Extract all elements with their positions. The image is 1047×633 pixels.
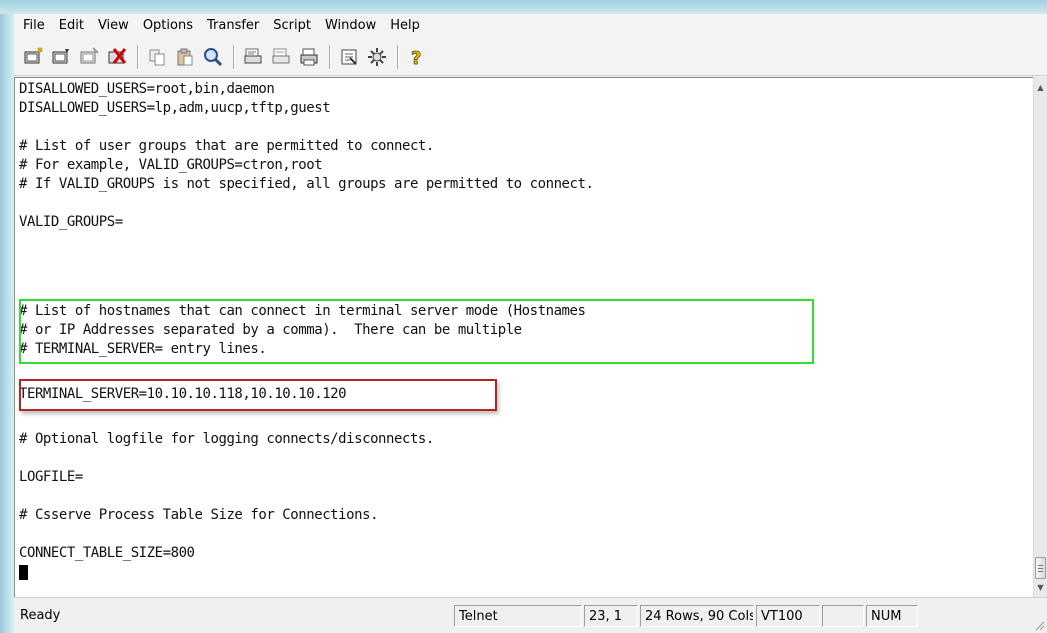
status-bar: Ready Telnet 23, 1 24 Rows, 90 Cols VT10… [14,597,1047,633]
toolbar-separator [233,44,235,69]
copy-button[interactable] [144,44,170,70]
toolbar-separator [137,44,139,69]
status-dimensions: 24 Rows, 90 Cols [640,605,754,627]
session-options-icon [341,49,357,65]
menu-edit[interactable]: Edit [52,14,91,38]
copy-icon [149,49,165,65]
print-setup-icon [244,48,262,63]
find-button[interactable] [200,44,226,70]
menu-view[interactable]: View [91,14,136,38]
print-setup-button[interactable] [240,44,266,70]
help-icon: ? [411,47,422,68]
desktop-background [0,0,14,633]
terminal-screen[interactable]: DISALLOWED_USERS=root,bin,daemon DISALLO… [14,77,1033,597]
terminal-line: VALID_GROUPS= [19,214,123,230]
terminal-cursor [19,565,28,580]
disconnect-button[interactable] [104,44,130,70]
status-num-lock: NUM [866,605,918,627]
menu-script[interactable]: Script [266,14,318,38]
toolbar-separator [397,44,399,69]
toolbar: ? [14,38,1047,76]
terminal-line: # For example, VALID_GROUPS=ctron,root [19,157,323,173]
menu-file[interactable]: File [14,14,52,38]
menu-options[interactable]: Options [136,14,200,38]
red-highlight-box [19,379,497,411]
disconnect-icon [108,47,127,64]
terminal-line: DISALLOWED_USERS=root,bin,daemon [19,81,275,97]
menu-transfer[interactable]: Transfer [200,14,266,38]
find-icon [204,47,223,66]
connect-in-tab-icon [80,46,99,63]
status-protocol: Telnet [454,605,582,627]
scroll-down-arrow-icon[interactable]: ▼ [1034,579,1047,595]
window-frame-top [0,0,1047,14]
vertical-scrollbar[interactable]: ▲ ▼ [1033,77,1047,597]
resize-grip-icon[interactable] [1033,619,1045,631]
scroll-up-arrow-icon[interactable]: ▲ [1034,79,1047,95]
svg-text:?: ? [411,48,421,68]
print-selection-button[interactable] [268,44,294,70]
connect-button[interactable] [20,44,46,70]
status-ready: Ready [20,608,61,623]
paste-icon [177,48,193,65]
terminal-line: # Optional logfile for logging connects/… [19,431,434,447]
quick-connect-icon [52,48,69,63]
print-icon [300,48,318,65]
menu-help[interactable]: Help [383,14,427,38]
terminal-line: # List of user groups that are permitted… [19,138,434,154]
connect-in-tab-button[interactable] [76,44,102,70]
terminal-line: # If VALID_GROUPS is not specified, all … [19,176,594,192]
session-options-button[interactable] [336,44,362,70]
terminal-line: # Csserve Process Table Size for Connect… [19,507,379,523]
paste-button[interactable] [172,44,198,70]
connect-icon [24,46,43,63]
terminal-line: DISALLOWED_USERS=lp,adm,uucp,tftp,guest [19,100,331,116]
green-highlight-box [19,299,814,364]
menu-bar: File Edit View Options Transfer Script W… [14,14,1047,39]
status-blank [822,605,864,627]
print-button[interactable] [296,44,322,70]
menu-window[interactable]: Window [318,14,383,38]
help-button[interactable]: ? [404,44,430,70]
global-options-button[interactable] [364,44,390,70]
scroll-thumb[interactable] [1035,557,1046,579]
print-selection-icon [272,48,290,63]
status-cursor-position: 23, 1 [584,605,638,627]
status-emulation: VT100 [756,605,820,627]
toolbar-separator [329,44,331,69]
terminal-line: LOGFILE= [19,469,83,485]
global-options-icon [368,47,386,66]
terminal-line: CONNECT_TABLE_SIZE=800 [19,545,195,561]
terminal-app-window: File Edit View Options Transfer Script W… [14,14,1047,633]
quick-connect-button[interactable] [48,44,74,70]
